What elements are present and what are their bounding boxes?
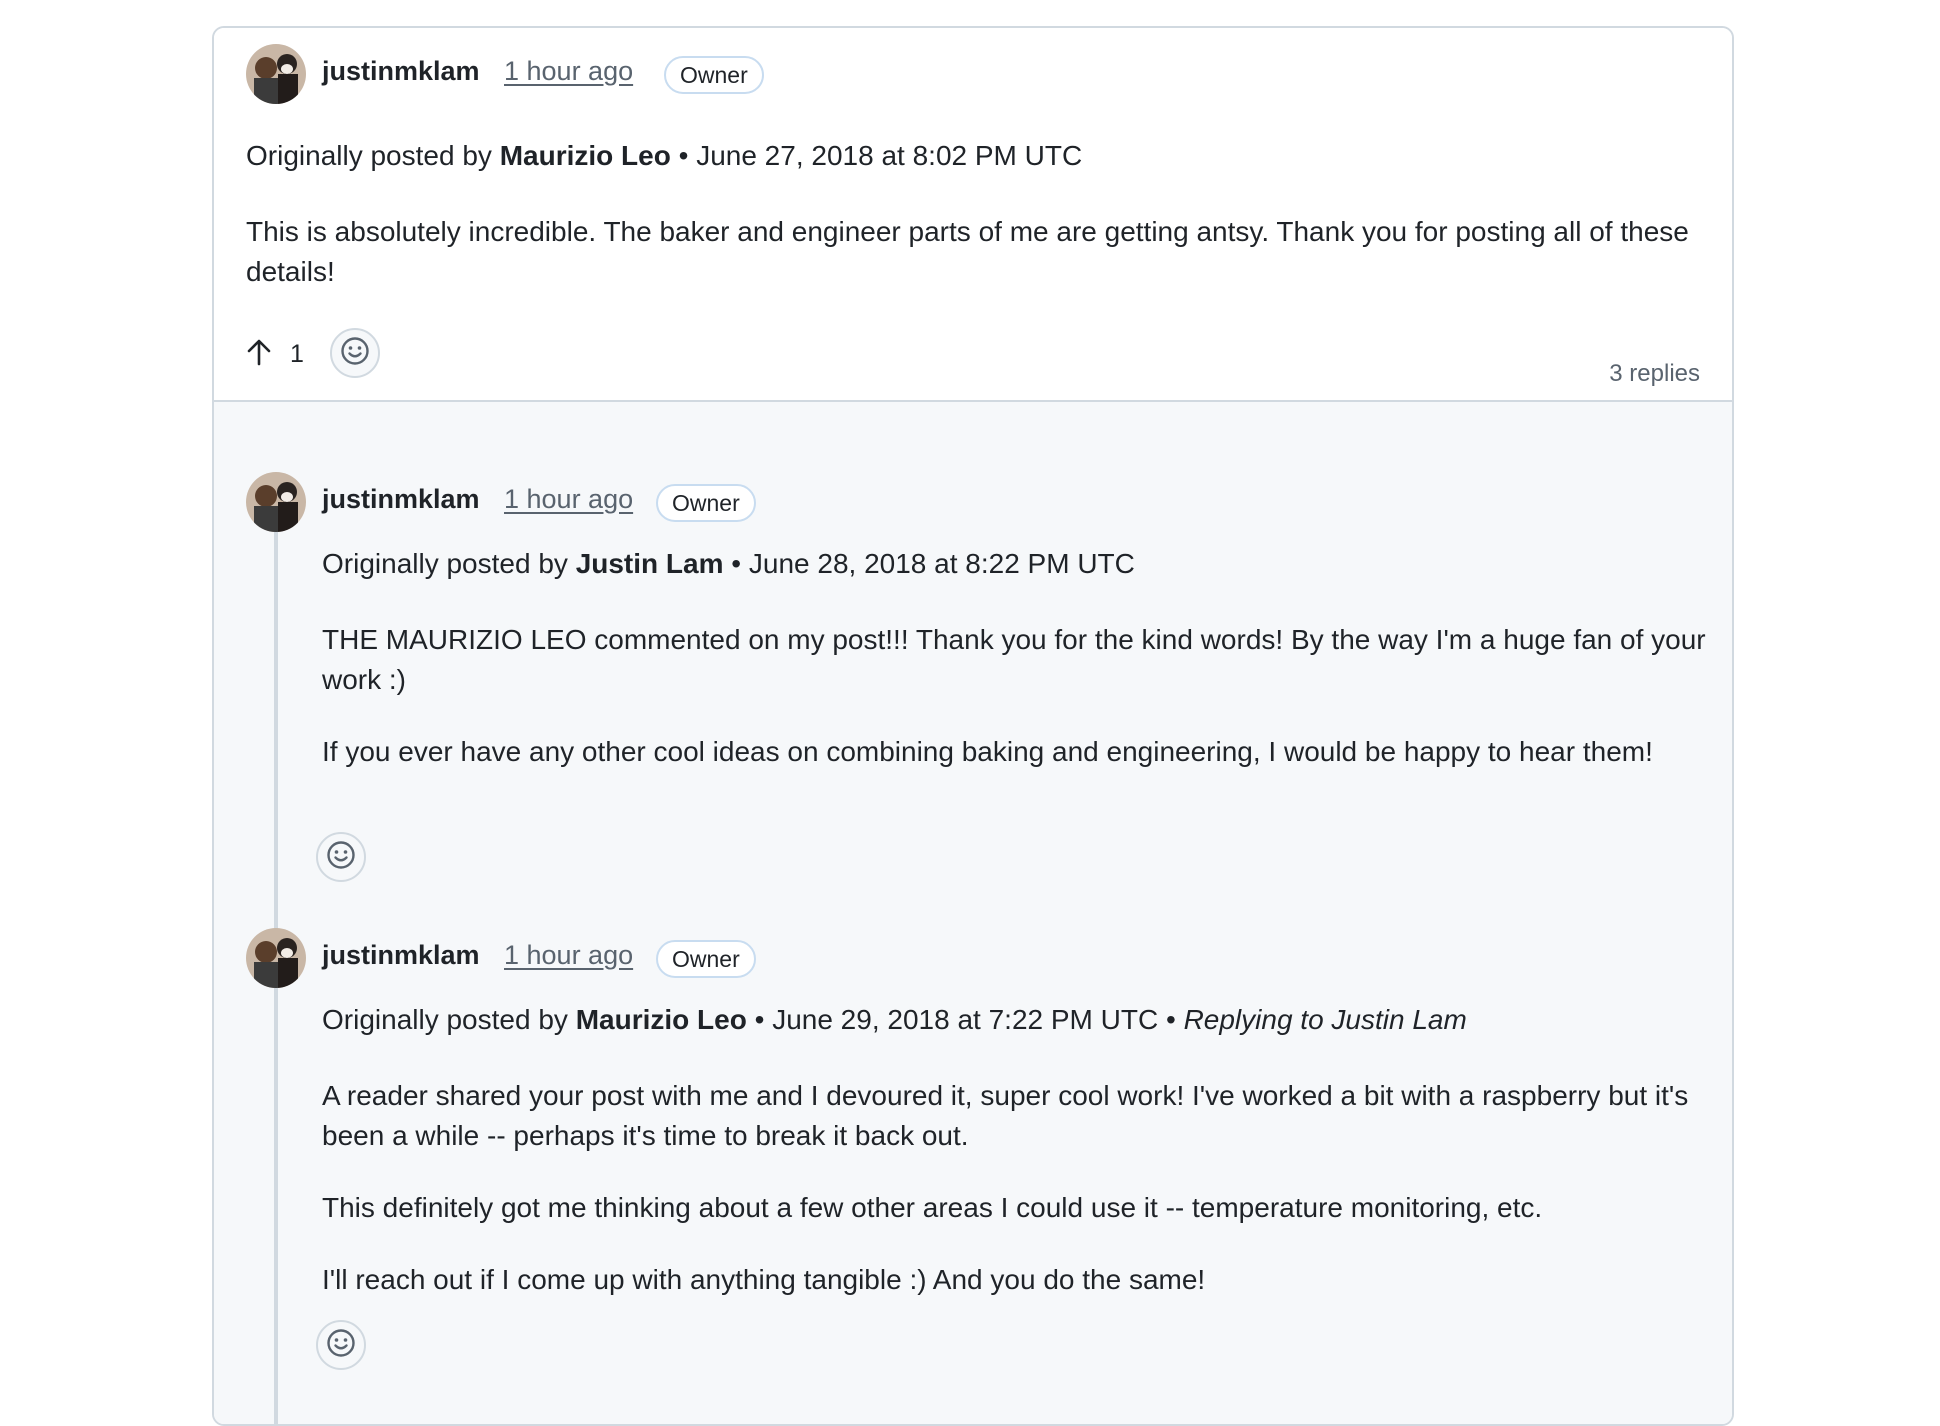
posted-date: June 28, 2018 at 8:22 PM UTC <box>748 548 1135 579</box>
original-post-meta: Originally posted by Maurizio Leo • June… <box>322 1004 1467 1035</box>
add-reaction-button[interactable] <box>330 328 380 378</box>
upvote-count: 1 <box>290 339 304 368</box>
smiley-icon <box>340 336 370 371</box>
owner-badge: Owner <box>656 484 756 522</box>
reply-paragraph: If you ever have any other cool ideas on… <box>322 736 1653 767</box>
original-post-meta: Originally posted by Justin Lam • June 2… <box>322 548 1135 579</box>
owner-badge: Owner <box>664 56 764 94</box>
reply-author[interactable]: justinmklam <box>322 940 480 971</box>
discussion-comment-card: justinmklam 1 hour ago Owner Originally … <box>212 26 1734 1426</box>
reply-author[interactable]: justinmklam <box>322 484 480 515</box>
reply-timestamp[interactable]: 1 hour ago <box>504 940 633 971</box>
replying-to: Replying to Justin Lam <box>1183 1004 1467 1035</box>
posted-author: Maurizio Leo <box>499 140 671 171</box>
reply-paragraph: A reader shared your post with me and I … <box>322 1080 1689 1151</box>
smiley-icon <box>326 840 356 875</box>
reply-paragraph: I'll reach out if I come up with anythin… <box>322 1264 1206 1295</box>
add-reaction-button[interactable] <box>316 832 366 882</box>
posted-author: Justin Lam <box>575 548 724 579</box>
posted-author: Maurizio Leo <box>575 1004 747 1035</box>
reply-paragraph: This definitely got me thinking about a … <box>322 1192 1543 1223</box>
replies-thread: justinmklam 1 hour ago Owner Originally … <box>214 402 1732 1424</box>
comment-timestamp[interactable]: 1 hour ago <box>504 56 633 87</box>
upvote-button[interactable]: 1 <box>246 334 304 374</box>
reply-body: THE MAURIZIO LEO commented on my post!!!… <box>322 620 1712 804</box>
arrow-up-icon <box>246 338 272 371</box>
posted-prefix: Originally posted by <box>246 140 492 171</box>
top-comment: justinmklam 1 hour ago Owner Originally … <box>214 28 1732 402</box>
posted-prefix: Originally posted by <box>322 1004 568 1035</box>
reply-timestamp[interactable]: 1 hour ago <box>504 484 633 515</box>
comment-body: This is absolutely incredible. The baker… <box>246 212 1706 324</box>
add-reaction-button[interactable] <box>316 1320 366 1370</box>
author-avatar[interactable] <box>246 44 306 104</box>
original-post-meta: Originally posted by Maurizio Leo • June… <box>246 140 1083 171</box>
reply-body: A reader shared your post with me and I … <box>322 1076 1712 1332</box>
posted-date: June 27, 2018 at 8:02 PM UTC <box>696 140 1083 171</box>
comment-paragraph: This is absolutely incredible. The baker… <box>246 216 1689 287</box>
posted-date: June 29, 2018 at 7:22 PM UTC <box>772 1004 1159 1035</box>
smiley-icon <box>326 1328 356 1363</box>
reply-paragraph: THE MAURIZIO LEO commented on my post!!!… <box>322 624 1706 695</box>
posted-prefix: Originally posted by <box>322 548 568 579</box>
comment-author[interactable]: justinmklam <box>322 56 480 87</box>
reply-count[interactable]: 3 replies <box>1609 360 1700 388</box>
author-avatar[interactable] <box>246 928 306 988</box>
author-avatar[interactable] <box>246 472 306 532</box>
owner-badge: Owner <box>656 940 756 978</box>
